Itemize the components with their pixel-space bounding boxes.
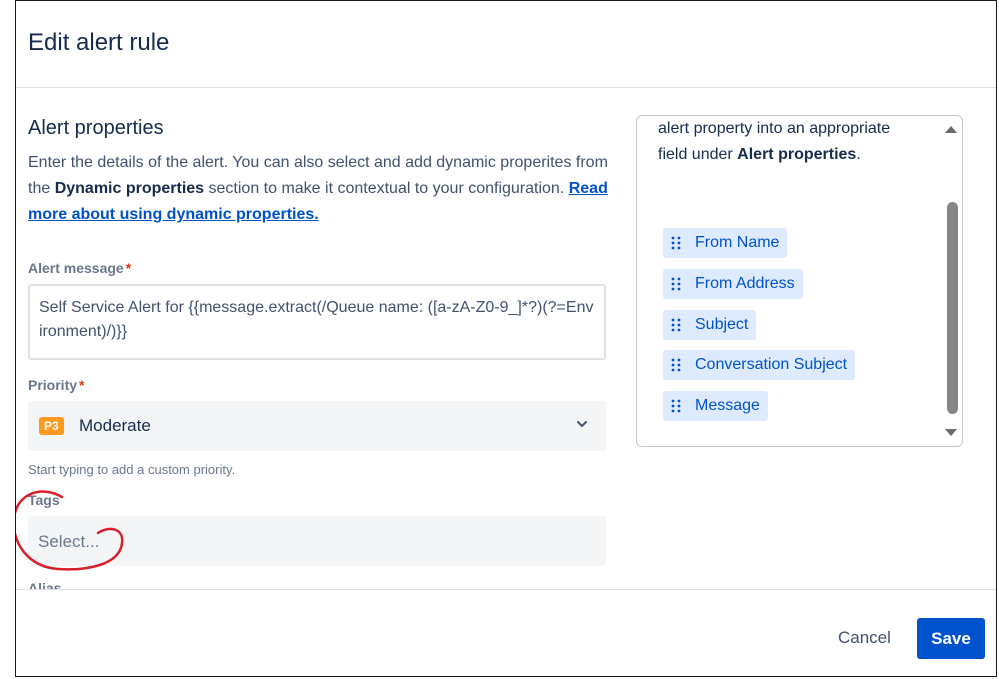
tags-placeholder: Select... [38,532,100,551]
chip-from-name[interactable]: From Name [663,228,788,258]
chip-from-address[interactable]: From Address [663,269,803,299]
dyn-text-bold: Alert properties [737,146,857,163]
drag-handle-icon [671,277,681,291]
tags-select[interactable]: Select... [28,516,606,566]
chip-subject[interactable]: Subject [663,310,757,340]
priority-label-text: Priority [28,377,78,393]
description-text-2: section to make it contextual to your co… [204,180,569,197]
modal-title: Edit alert rule [28,29,170,56]
priority-label: Priority * [28,377,84,393]
chip-label: From Address [695,275,795,292]
required-mark: * [79,377,85,393]
alias-label-partial: Alias [28,580,62,589]
priority-select[interactable]: P3 Moderate [28,401,606,451]
required-mark: * [125,260,132,276]
alert-properties-description: Enter the details of the alert. You can … [28,150,618,228]
drag-handle-icon [671,358,681,372]
save-button[interactable]: Save [917,618,985,659]
alert-message-input[interactable]: Self Service Alert for {{message.extract… [28,284,606,360]
scroll-up-arrow-icon[interactable] [944,124,958,134]
alert-message-label: Alert message * [28,260,131,276]
alert-properties-heading: Alert properties [28,117,164,139]
chip-label: Subject [695,316,749,333]
cancel-button[interactable]: Cancel [826,618,903,658]
chip-label: Message [695,397,760,414]
modal-header: Edit alert rule [16,1,996,88]
modal-footer: Cancel Save [16,589,996,679]
drag-handle-icon [671,236,681,250]
scroll-down-arrow-icon[interactable] [944,428,958,438]
drag-handle-icon [671,399,681,413]
dyn-text-2: . [856,146,861,163]
priority-helper-text: Start typing to add a custom priority. [28,462,236,477]
dynamic-properties-text: alert property into an appropriate field… [658,116,918,168]
priority-badge: P3 [39,417,64,435]
chevron-down-icon[interactable] [576,418,588,430]
chip-conversation-subject[interactable]: Conversation Subject [663,350,856,380]
edit-alert-rule-modal: Edit alert rule Alert properties Enter t… [15,0,997,677]
modal-body[interactable]: Alert properties Enter the details of th… [16,88,996,589]
dynamic-properties-panel[interactable]: alert property into an appropriate field… [636,115,963,447]
dynamic-panel-scrollbar[interactable] [940,116,962,446]
chip-message[interactable]: Message [663,391,768,421]
priority-value: Moderate [79,416,151,435]
chip-label: Conversation Subject [695,356,848,373]
chip-label: From Name [695,234,780,251]
description-bold-dynamic-properties: Dynamic properties [54,180,205,197]
alert-message-label-text: Alert message [28,260,124,276]
drag-handle-icon [671,318,681,332]
tags-label: Tags [28,492,60,508]
scrollbar-thumb[interactable] [947,202,958,414]
